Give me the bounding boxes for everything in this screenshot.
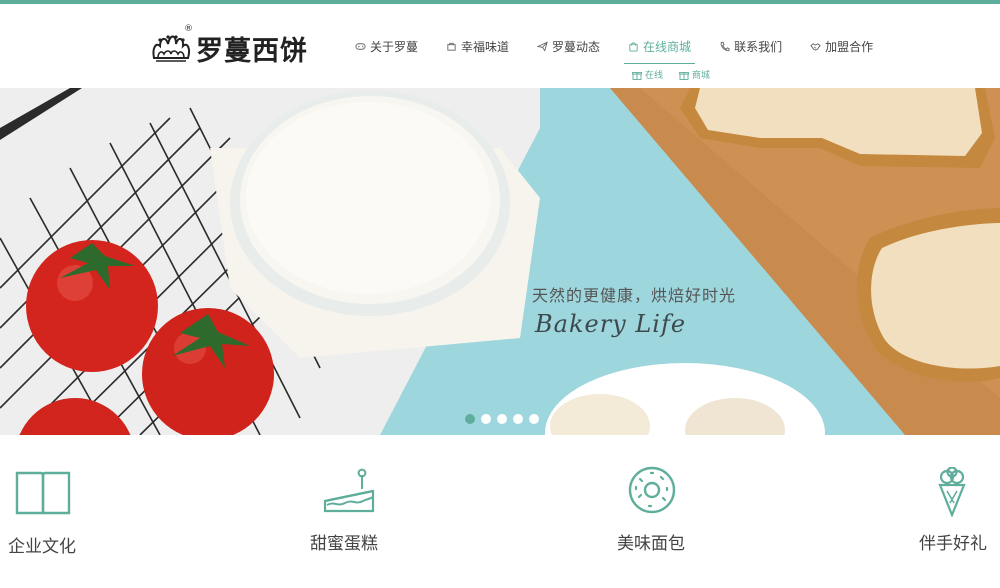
hero-banner[interactable]: 天然的更健康，烘焙好时光 Bakery Life xyxy=(0,88,1000,435)
crown-logo-icon xyxy=(152,35,191,62)
carousel-dot[interactable] xyxy=(513,414,523,424)
nav-item-label: 罗蔓动态 xyxy=(552,40,601,54)
feature-links: 企业文化 甜蜜蛋糕 美味面包 伴手好礼 xyxy=(0,435,1000,588)
book-icon xyxy=(15,471,71,515)
nav-item-label: 幸福味道 xyxy=(461,40,510,54)
feature-label: 伴手好礼 xyxy=(919,534,987,554)
hero-tagline: 天然的更健康，烘焙好时光 xyxy=(532,286,737,305)
brand-logo[interactable]: ® 罗蔓西饼 xyxy=(150,24,308,70)
nav-item-label: 在线商城 xyxy=(643,40,692,54)
feature-label: 甜蜜蛋糕 xyxy=(310,534,378,554)
nav-item-about[interactable]: 关于罗蔓 xyxy=(355,38,418,55)
nav-item-news[interactable]: 罗蔓动态 xyxy=(537,38,600,55)
submenu-item-label: 在线 xyxy=(645,71,664,81)
feature-label: 企业文化 xyxy=(8,537,76,557)
cake-slice-icon xyxy=(323,468,375,513)
nav-item-contact[interactable]: 联系我们 xyxy=(719,38,782,55)
bag-icon xyxy=(447,42,456,51)
brand-name: 罗蔓西饼 xyxy=(196,35,308,67)
carousel-dot[interactable] xyxy=(529,414,539,424)
carousel-dot[interactable] xyxy=(481,414,491,424)
hero-bakery-illustration xyxy=(0,88,1000,435)
submenu-item-online[interactable]: 在线 xyxy=(632,68,663,81)
site-header: ® 罗蔓西饼 关于罗蔓 幸福味道 罗蔓动态 在线商城 联系我们 加盟合作 在线 … xyxy=(0,4,1000,88)
nav-item-label: 加盟合作 xyxy=(825,40,874,54)
handshake-icon xyxy=(810,43,821,51)
registered-mark: ® xyxy=(184,24,193,34)
ice-cream-icon xyxy=(938,467,966,517)
nav-item-label: 联系我们 xyxy=(734,40,783,54)
gift-icon xyxy=(632,71,642,80)
submenu-item-label: 商城 xyxy=(692,71,711,81)
feature-bread[interactable]: 美味面包 xyxy=(607,435,727,588)
feature-cakes[interactable]: 甜蜜蛋糕 xyxy=(300,435,420,588)
nav-item-label: 关于罗蔓 xyxy=(370,40,419,54)
shopping-bag-icon xyxy=(629,42,638,52)
phone-icon xyxy=(720,41,730,52)
nav-item-taste[interactable]: 幸福味道 xyxy=(446,38,509,55)
donut-icon xyxy=(628,466,676,514)
submenu-item-mall[interactable]: 商城 xyxy=(679,68,710,81)
paper-plane-icon xyxy=(537,41,548,52)
feature-label: 美味面包 xyxy=(617,534,685,554)
feature-gifts[interactable]: 伴手好礼 xyxy=(890,435,1000,588)
nav-item-shop[interactable]: 在线商城 xyxy=(624,38,696,64)
shop-submenu: 在线 商城 xyxy=(632,68,726,81)
carousel-pagination xyxy=(465,414,545,424)
hero-script-title: Bakery Life xyxy=(535,310,687,338)
feature-culture[interactable]: 企业文化 xyxy=(0,435,120,588)
main-nav: 关于罗蔓 幸福味道 罗蔓动态 在线商城 联系我们 加盟合作 xyxy=(355,38,901,64)
carousel-dot[interactable] xyxy=(497,414,507,424)
nav-item-franchise[interactable]: 加盟合作 xyxy=(810,38,873,55)
gift-icon xyxy=(679,71,689,80)
gamepad-icon xyxy=(355,43,366,50)
carousel-dot[interactable] xyxy=(465,414,475,424)
